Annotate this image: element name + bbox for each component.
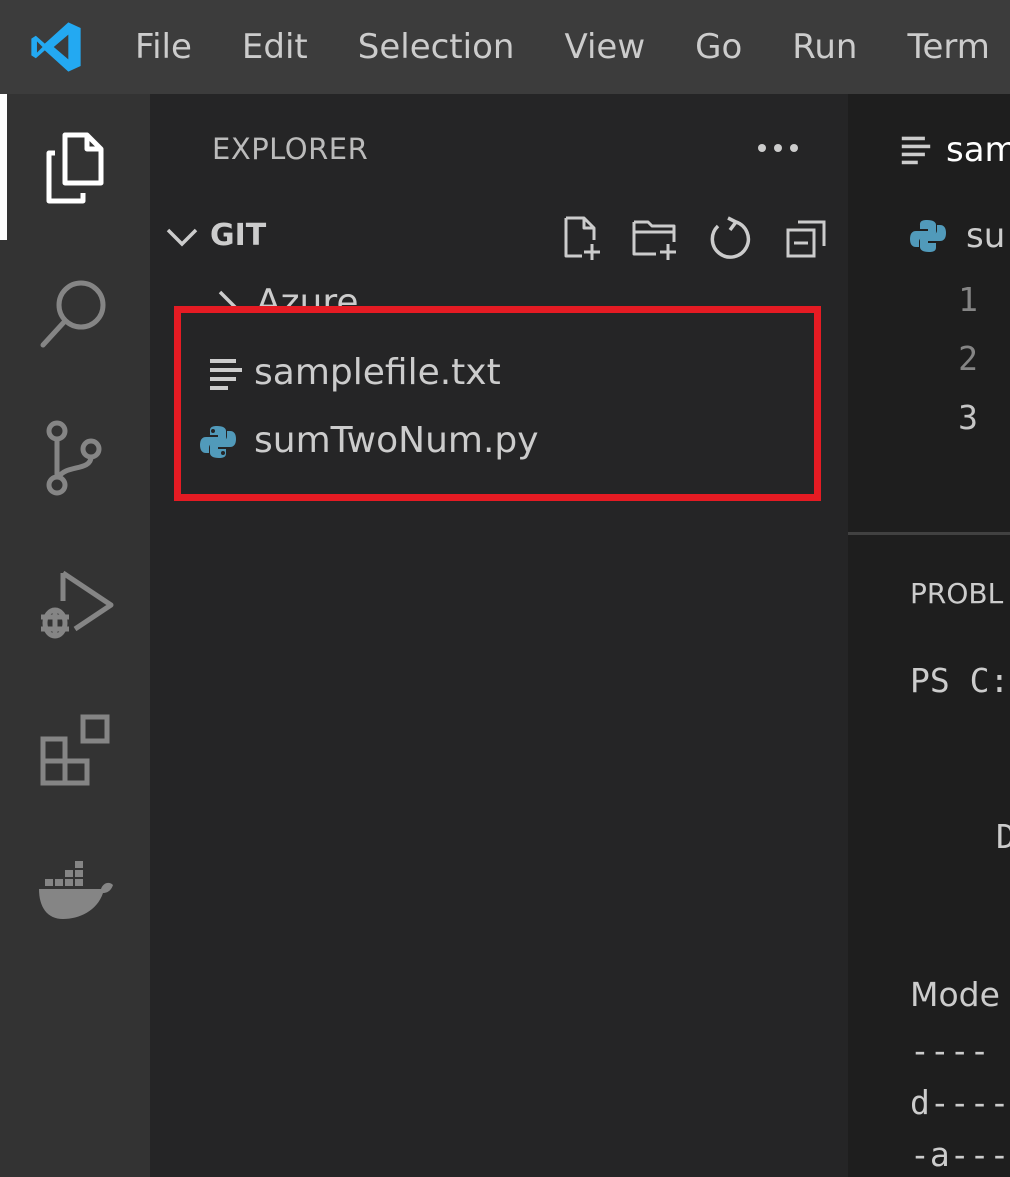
terminal-line: Mode: [910, 975, 1000, 1014]
more-actions-button[interactable]: [748, 122, 808, 174]
python-file-icon: [200, 426, 236, 458]
tree-item-label: Azure: [256, 282, 359, 312]
menu-view[interactable]: View: [539, 0, 670, 94]
terminal-line: PS C:: [910, 661, 1010, 700]
activity-search[interactable]: [0, 240, 150, 386]
refresh-button[interactable]: [704, 212, 756, 264]
activity-extensions[interactable]: [0, 678, 150, 824]
activity-source-control[interactable]: [0, 386, 150, 532]
breadcrumb-label: su: [966, 216, 1006, 256]
line-number: 2: [958, 339, 978, 378]
tab-problems[interactable]: PROBL: [910, 577, 1003, 610]
menu-run[interactable]: Run: [767, 0, 882, 94]
editor-tabs: sam: [848, 94, 1010, 202]
tab-label: sam: [946, 130, 1010, 170]
activity-docker[interactable]: [0, 824, 150, 970]
line-number: 1: [958, 280, 978, 319]
collapse-all-icon: [786, 220, 826, 258]
new-file-button[interactable]: [556, 212, 608, 264]
chevron-right-icon: [218, 290, 237, 312]
new-folder-icon: [632, 220, 676, 260]
terminal-line: d----: [910, 1083, 1010, 1122]
activity-run-debug[interactable]: [0, 532, 150, 678]
run-debug-icon: [41, 570, 114, 639]
collapse-all-button[interactable]: [780, 212, 832, 264]
activity-explorer[interactable]: [0, 94, 150, 240]
menu-edit[interactable]: Edit: [217, 0, 333, 94]
tab-samplefile[interactable]: sam: [848, 94, 1010, 202]
terminal-line: -a---: [910, 1135, 1010, 1174]
terminal-line: D: [996, 817, 1010, 856]
line-number-current: 3: [958, 398, 978, 437]
extensions-icon: [40, 714, 110, 786]
section-title: GIT: [210, 218, 267, 253]
sidebar-title: EXPLORER: [212, 132, 369, 166]
menu-go[interactable]: Go: [670, 0, 767, 94]
text-file-icon: [901, 136, 931, 165]
new-file-icon: [564, 216, 600, 260]
search-icon: [40, 280, 106, 348]
chevron-down-icon: [166, 228, 198, 247]
tree-item-label: samplefile.txt: [254, 352, 501, 393]
breadcrumb[interactable]: su: [848, 202, 1010, 272]
source-control-icon: [46, 420, 102, 496]
new-folder-button[interactable]: [628, 212, 680, 264]
menu-terminal[interactable]: Term: [882, 0, 1010, 94]
menu-file[interactable]: File: [110, 0, 217, 94]
terminal-panel: PROBL PS C: D Mode ---- d---- -a---: [848, 535, 1010, 1177]
tree-item-samplefile[interactable]: samplefile.txt: [150, 340, 848, 406]
docker-icon: [39, 861, 113, 919]
explorer-sidebar: EXPLORER GIT Azure samplefile.txt sumTwo…: [150, 94, 848, 1177]
tree-item-azure[interactable]: Azure: [150, 274, 848, 312]
refresh-icon: [710, 216, 751, 259]
vscode-logo-icon: [31, 22, 81, 72]
section-header-git[interactable]: GIT: [150, 206, 848, 266]
activity-bar: [0, 94, 150, 1177]
menu-selection[interactable]: Selection: [333, 0, 540, 94]
title-bar: File Edit Selection View Go Run Term: [0, 0, 1010, 94]
more-icon: [758, 144, 798, 152]
text-file-icon: [210, 359, 242, 390]
tree-item-sumtwonum[interactable]: sumTwoNum.py: [150, 408, 848, 474]
tree-item-label: sumTwoNum.py: [254, 420, 539, 461]
terminal-line: ----: [910, 1031, 990, 1070]
python-file-icon: [910, 220, 946, 252]
explorer-icon: [46, 132, 104, 204]
